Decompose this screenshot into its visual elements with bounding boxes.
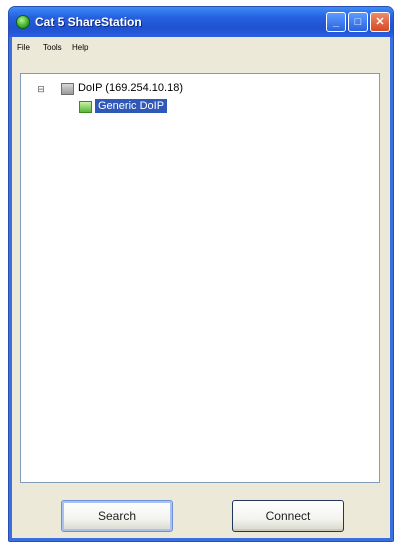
menu-tools[interactable]: Tools [43,43,62,52]
title-bar[interactable]: Cat 5 ShareStation _ □ ✕ [9,7,393,37]
minimize-button[interactable]: _ [326,12,346,32]
search-button[interactable]: Search [61,500,173,532]
connected-node-icon [79,101,92,113]
connect-button[interactable]: Connect [232,500,344,532]
menu-file[interactable]: File [17,43,30,52]
app-globe-icon [16,15,30,29]
menu-help[interactable]: Help [72,43,88,52]
maximize-button[interactable]: □ [348,12,368,32]
device-tree[interactable]: ⊟ DoIP (169.254.10.18) Generic DoIP [20,73,380,483]
app-window: Cat 5 ShareStation _ □ ✕ File Tools Help… [8,6,394,542]
device-icon [61,83,74,95]
tree-node-doip[interactable]: DoIP (169.254.10.18) [78,82,183,94]
window-title: Cat 5 ShareStation [35,15,142,29]
close-button[interactable]: ✕ [370,12,390,32]
menu-bar: File Tools Help [13,37,389,57]
tree-expander-icon[interactable]: ⊟ [36,84,46,94]
tree-node-generic-doip[interactable]: Generic DoIP [95,99,168,113]
